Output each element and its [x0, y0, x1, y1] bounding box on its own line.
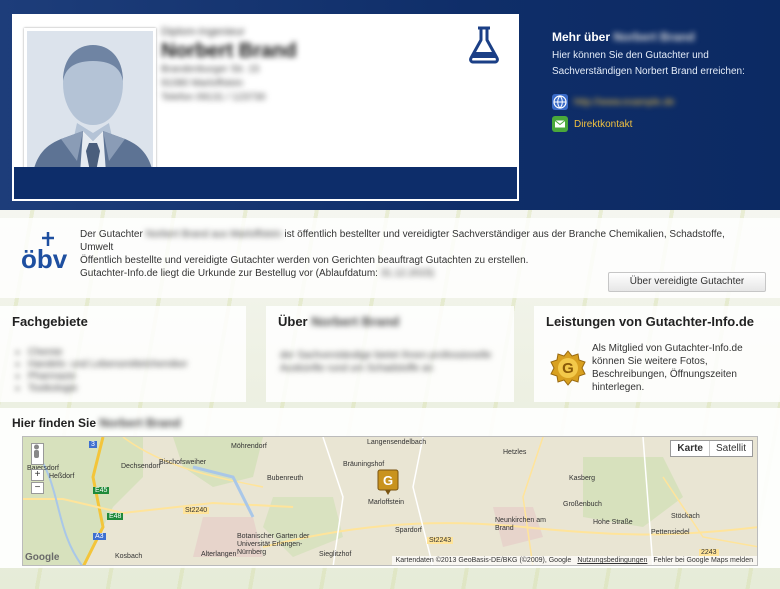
map-type-satellit[interactable]: Satellit: [708, 441, 752, 456]
map-title: Hier finden Sie Norbert Brand: [12, 416, 181, 430]
zoom-out-button[interactable]: −: [31, 482, 44, 494]
globe-icon: [552, 94, 568, 110]
map-label: Spardorf: [395, 527, 422, 534]
about-sworn-experts-button[interactable]: Über vereidigte Gutachter: [608, 272, 766, 292]
map-label: Marloffstein: [368, 499, 405, 506]
contact-title: Mehr über Norbert Brand: [552, 30, 767, 44]
list-item: Chemie: [28, 347, 246, 359]
road-shield: E45: [93, 487, 110, 494]
card-bar: [14, 167, 517, 199]
ueber-panel: Über Norbert Brand der Sachverständige b…: [266, 306, 514, 402]
map-label: Pettensiedel: [651, 529, 690, 536]
map-label: Bubenreuth: [267, 475, 304, 482]
ueber-text: der Sachverständige bietet Ihnen profess…: [280, 350, 492, 374]
map-label: Hohe Straße: [593, 519, 633, 526]
fachgebiete-panel: Fachgebiete Chemie Handels- und Lebensmi…: [0, 306, 246, 402]
map-label: Dechsendorf: [121, 463, 161, 470]
map-footer: Kartendaten ©2013 GeoBasis-DE/BKG (©2009…: [391, 556, 757, 565]
obv-line-1-name: Norbert Brand: [145, 229, 209, 240]
ueber-title-prefix: Über: [278, 314, 308, 329]
map-label: Kosbach: [115, 553, 143, 560]
ueber-title-name: Norbert Brand: [311, 314, 400, 329]
map-type-control: Karte Satellit: [670, 440, 753, 457]
person-city: 91080 Marloffstein: [161, 78, 244, 89]
direct-contact-link[interactable]: Direktkontakt: [552, 116, 632, 132]
contact-text: Hier können Sie den Gutachter und Sachve…: [552, 50, 745, 77]
obv-line-1: Der Gutachter Norbert Brand aus Marloffs…: [80, 228, 740, 254]
obv-line-1-a: Der Gutachter: [80, 229, 143, 240]
map-report-link[interactable]: Fehler bei Google Maps melden: [653, 557, 753, 564]
leistungen-panel: Leistungen von Gutachter-Info.de G Als M…: [534, 306, 780, 402]
obv-line-3-date: 31.12.2015): [380, 268, 435, 279]
map-title-prefix: Hier finden Sie: [12, 416, 97, 430]
map-label: Großenbuch: [563, 501, 602, 508]
contact-box: Mehr über Norbert Brand Hier können Sie …: [552, 30, 767, 80]
gold-badge-icon: G: [550, 350, 586, 386]
map-data-credit: Kartendaten ©2013 GeoBasis-DE/BKG (©2009…: [395, 557, 572, 564]
road-shield: E48: [107, 513, 124, 520]
obv-logo: öbv: [20, 228, 72, 280]
leistungen-title: Leistungen von Gutachter-Info.de: [546, 314, 755, 329]
map-label: Kasberg: [569, 475, 596, 482]
badge-letter: G: [562, 360, 574, 377]
map-terms-link[interactable]: Nutzungsbedingungen: [577, 557, 647, 564]
map-label: Sieglitzhof: [319, 551, 352, 558]
map-label: Bräuningshof: [343, 461, 385, 468]
map-zoom-control: + −: [31, 443, 45, 495]
map-section: Hier finden Sie Norbert Brand Möhrendorf…: [0, 408, 780, 568]
contact-title-prefix: Mehr über: [552, 30, 611, 44]
direct-contact-label[interactable]: Direktkontakt: [574, 119, 632, 130]
marker-letter: G: [383, 473, 393, 488]
map-title-name: Norbert Brand: [99, 416, 181, 430]
website-label[interactable]: http://www.example.de: [574, 97, 675, 108]
obv-line-2: Öffentlich bestellte und vereidigte Guta…: [80, 255, 529, 266]
google-logo: Google: [25, 552, 60, 563]
obv-line-1-place: aus Marloffstein: [211, 229, 282, 240]
contact-title-name: Norbert Brand: [613, 30, 695, 44]
person-street: Brandenburger Str. 15: [161, 64, 260, 75]
ueber-title: Über Norbert Brand: [278, 314, 514, 329]
map-label: Botanischer Garten der Universität Erlan…: [237, 533, 310, 556]
road-shield: A3: [93, 533, 106, 540]
header: Diplom-Ingenieur Norbert Brand Brandenbu…: [0, 0, 780, 210]
road-shield: 2243: [699, 549, 719, 556]
person-name: Norbert Brand: [161, 40, 297, 62]
zoom-in-button[interactable]: +: [31, 469, 44, 481]
map-type-karte[interactable]: Karte: [671, 441, 709, 456]
map-label: Hetzles: [503, 449, 527, 456]
road-shield: St2240: [183, 507, 210, 514]
google-map[interactable]: Möhrendorf Langensendelbach Hetzles Dech…: [22, 436, 758, 566]
mail-icon: [552, 116, 568, 132]
road-shield: 3: [89, 441, 97, 448]
website-link[interactable]: http://www.example.de: [552, 94, 675, 110]
person-phone: Telefon 09131 / 123730: [161, 92, 266, 103]
person-title: Diplom-Ingenieur: [161, 26, 245, 38]
pegman-icon[interactable]: [31, 443, 44, 465]
map-label: Neunkirchen am Brand: [495, 517, 546, 532]
fachgebiete-title: Fachgebiete: [12, 314, 88, 329]
map-label: Heßdorf: [49, 473, 75, 480]
road-shield: St2243: [427, 537, 454, 544]
avatar: [24, 28, 156, 184]
profile-card: Diplom-Ingenieur Norbert Brand Brandenbu…: [12, 14, 519, 201]
leistungen-text: Als Mitglied von Gutachter-Info.de könne…: [592, 343, 743, 393]
map-label: Langensendelbach: [367, 439, 427, 446]
obv-line-3-a: Gutachter-Info.de liegt die Urkunde zur …: [80, 268, 378, 279]
map-label: Möhrendorf: [231, 443, 267, 450]
map-label: Alterlangen: [201, 551, 237, 558]
fachgebiete-list: Chemie Handels- und Lebensmittelchemiker…: [28, 347, 246, 395]
list-item: Pharmazie: [28, 371, 246, 383]
list-item: Handels- und Lebensmittelchemiker: [28, 359, 246, 371]
flask-icon: [466, 24, 502, 64]
obv-logo-text: öbv: [21, 244, 68, 274]
map-label: Bischofsweiher: [159, 459, 207, 466]
map-label: Stöckach: [671, 513, 700, 520]
list-item: Toxikologie: [28, 383, 246, 395]
person-info: Diplom-Ingenieur Norbert Brand Brandenbu…: [161, 26, 461, 106]
location-marker-icon[interactable]: G: [377, 469, 399, 495]
